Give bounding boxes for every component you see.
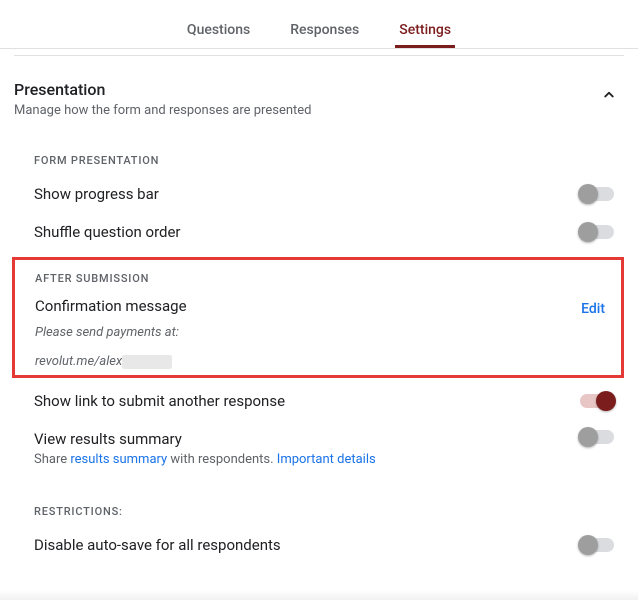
toggle-shuffle[interactable] bbox=[580, 225, 614, 239]
section-subtitle: Manage how the form and responses are pr… bbox=[14, 103, 312, 118]
view-results-sub: Share results summary with respondents. … bbox=[34, 452, 376, 467]
results-summary-link[interactable]: results summary bbox=[70, 452, 167, 467]
confirmation-title: Confirmation message bbox=[35, 297, 187, 315]
tab-responses[interactable]: Responses bbox=[286, 22, 363, 48]
view-results-label: View results summary bbox=[34, 430, 376, 448]
edit-button[interactable]: Edit bbox=[575, 297, 611, 321]
redacted-text bbox=[122, 355, 172, 369]
toggle-progress-bar[interactable] bbox=[580, 187, 614, 201]
row-submit-another: Show link to submit another response bbox=[14, 382, 624, 420]
row-progress-bar: Show progress bar bbox=[14, 175, 624, 213]
toggle-auto-save[interactable] bbox=[580, 538, 614, 552]
form-presentation-label: FORM PRESENTATION bbox=[34, 154, 624, 167]
tab-questions[interactable]: Questions bbox=[183, 22, 254, 48]
row-shuffle: Shuffle question order bbox=[14, 213, 624, 251]
submit-another-label: Show link to submit another response bbox=[34, 392, 285, 410]
confirmation-line1: Please send payments at: bbox=[35, 325, 621, 340]
tab-settings[interactable]: Settings bbox=[395, 22, 455, 48]
toggle-submit-another[interactable] bbox=[580, 394, 614, 408]
presentation-section-header[interactable]: Presentation Manage how the form and res… bbox=[14, 56, 624, 126]
confirmation-line2: revolut.me/alex bbox=[35, 354, 122, 369]
tabs: Questions Responses Settings bbox=[0, 0, 638, 49]
section-title: Presentation bbox=[14, 80, 312, 99]
important-details-link[interactable]: Important details bbox=[277, 452, 376, 467]
after-submission-label: AFTER SUBMISSION bbox=[35, 272, 621, 285]
restrictions-label: RESTRICTIONS: bbox=[34, 505, 624, 518]
auto-save-label: Disable auto-save for all respondents bbox=[34, 536, 281, 554]
chevron-up-icon[interactable] bbox=[600, 86, 618, 104]
progress-bar-label: Show progress bar bbox=[34, 185, 159, 203]
toggle-view-results[interactable] bbox=[580, 430, 614, 444]
shuffle-label: Shuffle question order bbox=[34, 223, 181, 241]
after-submission-highlight: AFTER SUBMISSION Confirmation message Ed… bbox=[12, 257, 624, 378]
bottom-shadow bbox=[0, 590, 638, 600]
row-view-results: View results summary Share results summa… bbox=[14, 420, 624, 477]
row-auto-save: Disable auto-save for all respondents bbox=[14, 526, 624, 564]
